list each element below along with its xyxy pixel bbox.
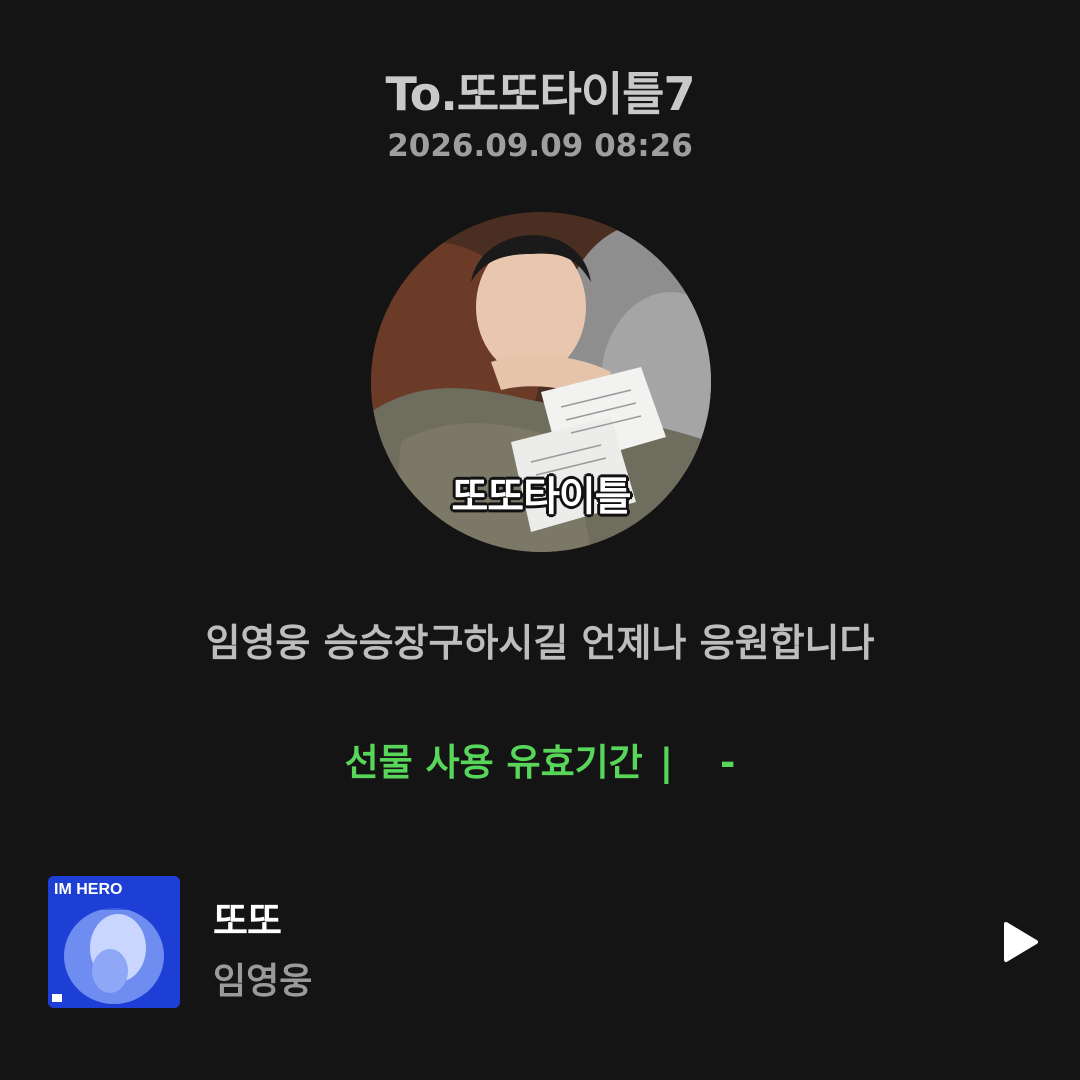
track-item[interactable]: IM HERO 또또 임영웅 (48, 876, 1048, 1008)
play-icon[interactable] (998, 920, 1042, 964)
track-artist: 임영웅 (213, 961, 313, 1002)
track-title: 또또 (213, 899, 282, 943)
validity-value: - (720, 741, 736, 784)
profile-avatar: 또또타이틀 (371, 212, 711, 552)
gift-message: 임영웅 승승장구하시길 언제나 응원합니다 (205, 621, 875, 665)
validity-label: 선물 사용 유효기간 (344, 741, 643, 784)
page-title: To.또또타이틀7 (385, 67, 696, 121)
gift-validity: 선물 사용 유효기간 | - (0, 732, 1080, 786)
gift-date: 2026.09.09 08:26 (387, 128, 693, 164)
album-art: IM HERO (48, 876, 180, 1008)
validity-separator: | (659, 741, 674, 784)
album-art-text: IM HERO (54, 881, 122, 898)
avatar-caption: 또또타이틀 (451, 474, 632, 520)
album-art-image: IM HERO (48, 876, 180, 1008)
